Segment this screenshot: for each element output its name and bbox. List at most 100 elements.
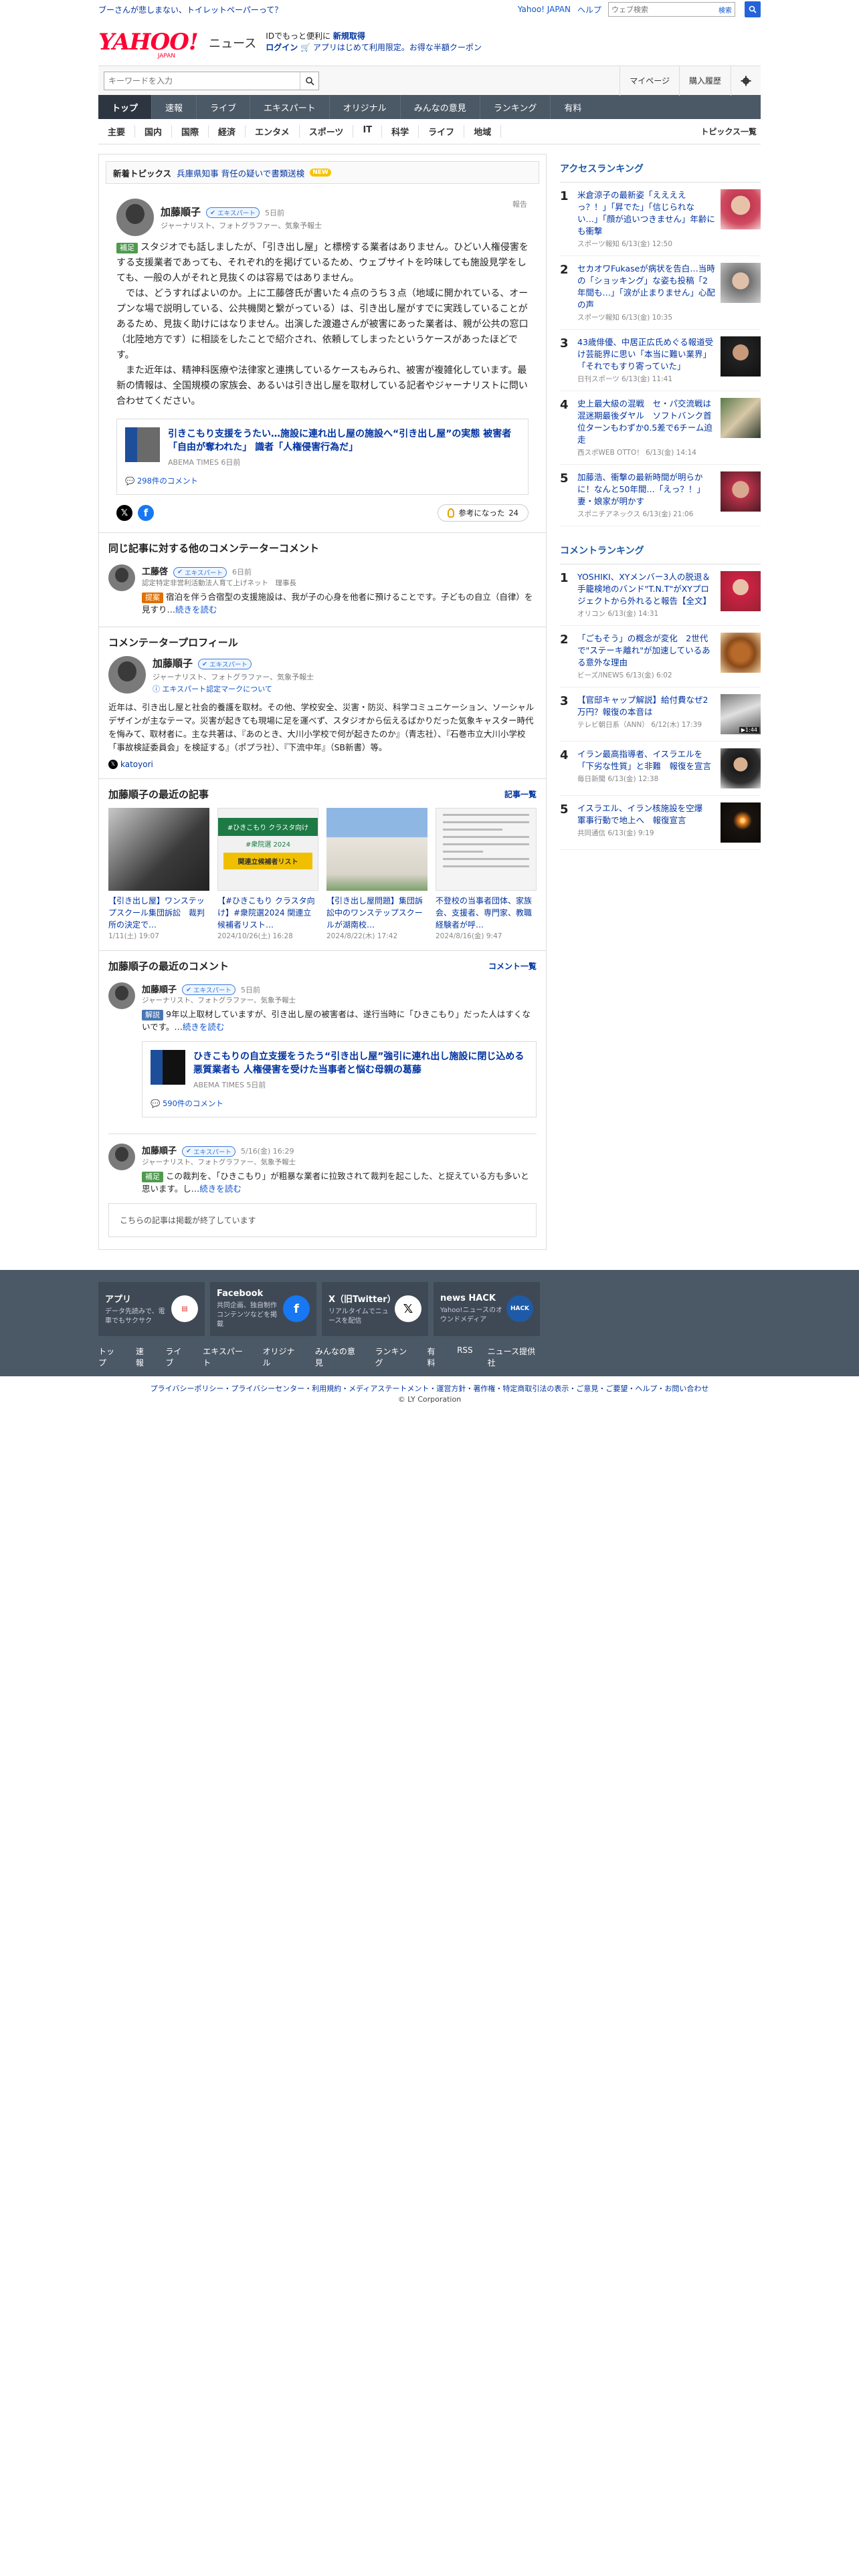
read-more-link[interactable]: 続きを読む bbox=[175, 605, 217, 615]
legal-links[interactable]: プライバシーポリシー・プライバシーセンター・利用規約・メディアステートメント・運… bbox=[98, 1376, 761, 1394]
settings-button[interactable] bbox=[731, 66, 761, 96]
login-message: IDでもっと便利に 新規取得 ログイン 🛒 アプリはじめて利用限定。お得な半額ク… bbox=[266, 31, 482, 52]
footer-app-link[interactable]: アプリ データ先読みで、電車でもサクサク ▤ bbox=[98, 1281, 205, 1336]
ranking-image bbox=[721, 189, 761, 229]
article-item[interactable]: 不登校の当事者団体、家族会、支援者、専門家、教職経験者が呼… 2024/8/16… bbox=[436, 807, 537, 941]
web-search-button[interactable]: 検索 bbox=[716, 5, 735, 15]
category-international[interactable]: 国際 bbox=[172, 125, 209, 138]
commenter-name[interactable]: 工藤啓 bbox=[142, 567, 168, 577]
nav-ranking[interactable]: ランキング bbox=[479, 95, 551, 119]
category-science[interactable]: 科学 bbox=[382, 125, 419, 138]
ranking-image bbox=[721, 571, 761, 611]
related-article-card[interactable]: 引きこもり支援をうたい…施設に連れ出し屋の施設へ“引き出し屋”の実態 被害者「自… bbox=[116, 419, 529, 495]
recent-articles: 【引き出し屋】ワンステップスクール集団訴訟 裁判所の決定で… 1/11(土) 1… bbox=[99, 807, 546, 951]
web-search-box: 検索 bbox=[608, 2, 735, 17]
check-icon: ✔ bbox=[202, 660, 208, 668]
article-item[interactable]: 【引き出し屋】ワンステップスクール集団訴訟 裁判所の決定で… 1/11(土) 1… bbox=[108, 807, 209, 941]
nav-live[interactable]: ライブ bbox=[196, 95, 250, 119]
avatar[interactable] bbox=[108, 1144, 135, 1170]
purchase-history-link[interactable]: 購入履歴 bbox=[678, 66, 731, 96]
ranking-item[interactable]: 1 米倉涼子の最新姿「ええええっ？！」「昇でた」「信じられない…」「顔が追いつき… bbox=[560, 183, 761, 256]
article-source: ABEMA TIMES 6日前 bbox=[168, 458, 241, 467]
read-more-link[interactable]: 続きを読む bbox=[183, 1022, 225, 1032]
x-profile-link[interactable]: 𝕏katoyori bbox=[108, 759, 537, 769]
report-link[interactable]: 報告 bbox=[512, 199, 527, 209]
read-more-link[interactable]: 続きを読む bbox=[199, 1184, 242, 1194]
author-name[interactable]: 加藤順子 bbox=[161, 206, 201, 218]
mypage-link[interactable]: マイページ bbox=[619, 66, 679, 96]
ranking-item[interactable]: 4 イラン最高指導者、イスラエルを「下劣な性質」と非難 報復を宣言 毎日新聞 6/… bbox=[560, 742, 761, 796]
coupon-link[interactable]: アプリはじめて利用限定。お得な半額クーポン bbox=[313, 43, 482, 52]
article-item[interactable]: 【引き出し屋問題】集団訴訟中のワンステップスクールが湖南校… 2024/8/22… bbox=[326, 807, 427, 941]
ranking-image bbox=[721, 398, 761, 438]
footer-facebook-link[interactable]: Facebook 共同企画、独自制作コンテンツなどを掲載 f bbox=[210, 1281, 316, 1336]
avatar[interactable] bbox=[108, 656, 146, 693]
avatar[interactable] bbox=[116, 199, 154, 236]
main-nav: トップ 速報 ライブ エキスパート オリジナル みんなの意見 ランキング 有料 bbox=[98, 95, 761, 119]
facebook-share-icon[interactable]: f bbox=[138, 505, 154, 521]
article-comments-link[interactable]: 💬 298件のコメント bbox=[125, 475, 520, 486]
recent-comments: 加藤順子 ✔ エキスパート 5日前 ジャーナリスト、フォトグラファー、気象予報士 … bbox=[99, 980, 546, 1249]
news-search-input[interactable] bbox=[104, 76, 300, 86]
avatar[interactable] bbox=[108, 982, 135, 1009]
category-domestic[interactable]: 国内 bbox=[135, 125, 173, 138]
expert-mark-link[interactable]: ⓘ エキスパート認定マークについて bbox=[153, 683, 314, 694]
web-search-input[interactable] bbox=[609, 3, 716, 16]
category-it[interactable]: IT bbox=[353, 125, 383, 138]
nav-paid[interactable]: 有料 bbox=[550, 95, 595, 119]
signup-link[interactable]: 新規取得 bbox=[333, 31, 365, 41]
ranking-item[interactable]: 3 43歳俳優、中居正広氏めぐる報道受け芸能界に思い「本当に難い業界」「それでも… bbox=[560, 330, 761, 391]
article-image bbox=[326, 807, 427, 891]
category-economy[interactable]: 経済 bbox=[209, 125, 246, 138]
yahoo-japan-link[interactable]: Yahoo! JAPAN bbox=[518, 5, 571, 14]
lightbulb-icon bbox=[448, 508, 455, 518]
category-life[interactable]: ライフ bbox=[419, 125, 465, 138]
info-icon: ⓘ bbox=[153, 684, 160, 693]
ranking-item[interactable]: 5 加藤浩、衝撃の最新時間が明らかに！なんと50年間…「えっ？！」妻・娘家が明か… bbox=[560, 465, 761, 526]
category-sports[interactable]: スポーツ bbox=[300, 125, 354, 138]
article-item[interactable]: #ひきこもり クラスタ向け #衆院選 2024 関連立候補者リスト 【#ひきこも… bbox=[217, 807, 318, 941]
ranking-image bbox=[721, 336, 761, 377]
category-entertainment[interactable]: エンタメ bbox=[246, 125, 300, 138]
nav-top[interactable]: トップ bbox=[98, 95, 152, 119]
ranking-item[interactable]: 2 セカオワFukaseが病状を告白…当時の「ショッキング」な姿も投稿「2年間も… bbox=[560, 256, 761, 330]
category-region[interactable]: 地域 bbox=[464, 125, 502, 138]
breaking-topic-link[interactable]: 兵庫県知事 背任の疑いで書類送検 bbox=[177, 167, 304, 179]
ranking-item[interactable]: 2 「ごもそう」の概念が変化 2世代で"ステーキ離れ"が加速しているある意外な理… bbox=[560, 626, 761, 687]
recent-comments-title: 加藤順子の最近のコメント bbox=[108, 960, 229, 972]
comment-list-link[interactable]: コメント一覧 bbox=[488, 960, 537, 972]
yahoo-news-logo[interactable]: YAHOO! JAPAN ニュース bbox=[98, 29, 256, 60]
ranking-item[interactable]: 4 史上最大級の混戦 セ・パ交流戦は混迷期最後ダヤル ソフトバンク首位ターンもわ… bbox=[560, 391, 761, 465]
nav-expert[interactable]: エキスパート bbox=[250, 95, 329, 119]
article-list-link[interactable]: 記事一覧 bbox=[504, 788, 537, 800]
check-icon: ✔ bbox=[210, 209, 216, 217]
ranking-image bbox=[721, 633, 761, 673]
ranking-item[interactable]: 5 イスラエル、イラン核施設を空爆 軍事行動で地上へ 報復宣言 共同通信 6/13… bbox=[560, 796, 761, 850]
help-link[interactable]: ヘルプ bbox=[577, 4, 601, 15]
profile-text: 近年は、引き出し屋と社会的養護を取材。その他、学校安全、災害・防災、科学コミュニ… bbox=[108, 702, 535, 752]
nav-original[interactable]: オリジナル bbox=[328, 95, 400, 119]
news-search-button[interactable] bbox=[300, 72, 318, 90]
nav-breaking[interactable]: 速報 bbox=[151, 95, 196, 119]
article-image bbox=[436, 807, 537, 891]
helpful-button[interactable]: 参考になった 24 bbox=[438, 504, 529, 522]
category-nav: 主要 国内 国際 経済 エンタメ スポーツ IT 科学 ライフ 地域 トピックス… bbox=[98, 119, 761, 144]
login-link[interactable]: ログイン bbox=[266, 43, 298, 52]
ranking-image bbox=[721, 802, 761, 843]
profile-name[interactable]: 加藤順子 bbox=[153, 657, 193, 669]
web-search-go-button[interactable] bbox=[745, 1, 761, 17]
breaking-topics[interactable]: 新着トピックス 兵庫県知事 背任の疑いで書類送検 NEW bbox=[106, 161, 539, 184]
expert-badge: ✔ エキスパート bbox=[182, 984, 235, 995]
ranking-item[interactable]: 1 YOSHIKI、XYメンバー3人の脱退＆手籠検地のバンド"T.N.T"がXY… bbox=[560, 564, 761, 626]
avatar[interactable] bbox=[108, 564, 135, 591]
footer-newshack-link[interactable]: news HACK Yahoo!ニュースのオウンドメディア HACK bbox=[434, 1281, 540, 1336]
footer-x-link[interactable]: X（旧Twitter） リアルタイムでニュースを配信 𝕏 bbox=[322, 1281, 428, 1336]
topics-list-link[interactable]: トピックス一覧 bbox=[700, 126, 761, 137]
nav-opinions[interactable]: みんなの意見 bbox=[399, 95, 480, 119]
ranking-item[interactable]: 3 【官邸キャップ解説】給付費なぜ2万円？報復の本音は テレビ朝日系（ANN） 6… bbox=[560, 687, 761, 742]
category-main[interactable]: 主要 bbox=[98, 125, 136, 138]
x-share-icon[interactable]: 𝕏 bbox=[116, 505, 132, 521]
article-title-link[interactable]: 引きこもり支援をうたい…施設に連れ出し屋の施設へ“引き出し屋”の実態 被害者「自… bbox=[168, 427, 520, 454]
related-article-card[interactable]: ひきこもりの自立支援をうたう“引き出し屋”強引に連れ出し施設に閉じ込める悪質業者… bbox=[142, 1041, 537, 1117]
promo-link[interactable]: ブーさんが悲しまない、トイレットペーパーって？ bbox=[98, 4, 282, 15]
